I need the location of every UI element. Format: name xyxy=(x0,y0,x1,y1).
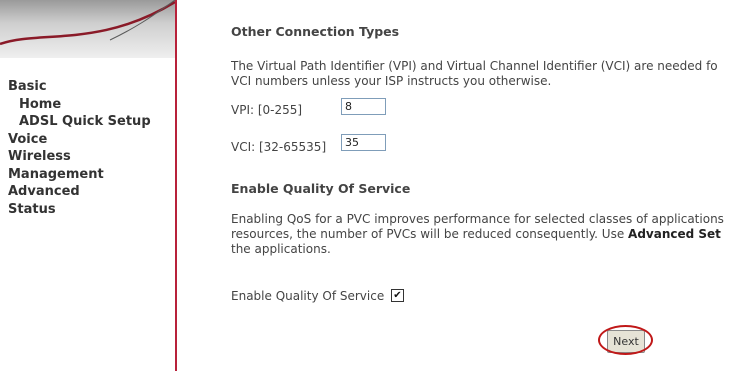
sidebar-item-status[interactable]: Status xyxy=(8,201,151,219)
logo xyxy=(0,0,175,58)
sidebar: Basic Home ADSL Quick Setup Voice Wireless Ma… xyxy=(0,0,177,371)
advanced-setup-link-text: Advanced Set xyxy=(628,227,721,241)
qos-checkbox-label: Enable Quality Of Service xyxy=(231,289,385,303)
qos-checkbox[interactable]: ✔ xyxy=(391,289,404,302)
main-content: Other Connection Types The Virtual Path … xyxy=(231,0,729,371)
description-line: resources, the number of PVCs will be re… xyxy=(231,227,721,241)
connection-description: The Virtual Path Identifier (VPI) and Vi… xyxy=(231,59,729,89)
description-line: the applications. xyxy=(231,242,331,256)
sidebar-item-adsl-quick-setup[interactable]: ADSL Quick Setup xyxy=(8,113,151,131)
logo-swoosh-icon xyxy=(0,0,175,46)
vci-input[interactable] xyxy=(341,134,386,151)
description-line: VCI numbers unless your ISP instructs yo… xyxy=(231,74,552,88)
section-title-qos: Enable Quality Of Service xyxy=(231,181,411,196)
sidebar-nav: Basic Home ADSL Quick Setup Voice Wireless Ma… xyxy=(8,78,151,218)
vpi-input[interactable] xyxy=(341,98,386,115)
description-line: Enabling QoS for a PVC improves performa… xyxy=(231,212,724,226)
sidebar-item-management[interactable]: Management xyxy=(8,166,151,184)
vpi-label: VPI: [0-255] xyxy=(231,103,303,117)
vci-label: VCI: [32-65535] xyxy=(231,140,327,154)
sidebar-item-advanced[interactable]: Advanced xyxy=(8,183,151,201)
sidebar-item-basic[interactable]: Basic xyxy=(8,78,151,96)
next-button[interactable]: Next xyxy=(607,330,645,353)
sidebar-item-home[interactable]: Home xyxy=(8,96,151,114)
section-title-connection-types: Other Connection Types xyxy=(231,24,400,39)
description-line: The Virtual Path Identifier (VPI) and Vi… xyxy=(231,59,718,73)
sidebar-item-wireless[interactable]: Wireless xyxy=(8,148,151,166)
qos-description: Enabling QoS for a PVC improves performa… xyxy=(231,212,729,257)
sidebar-item-voice[interactable]: Voice xyxy=(8,131,151,149)
checkmark-icon: ✔ xyxy=(393,289,402,301)
